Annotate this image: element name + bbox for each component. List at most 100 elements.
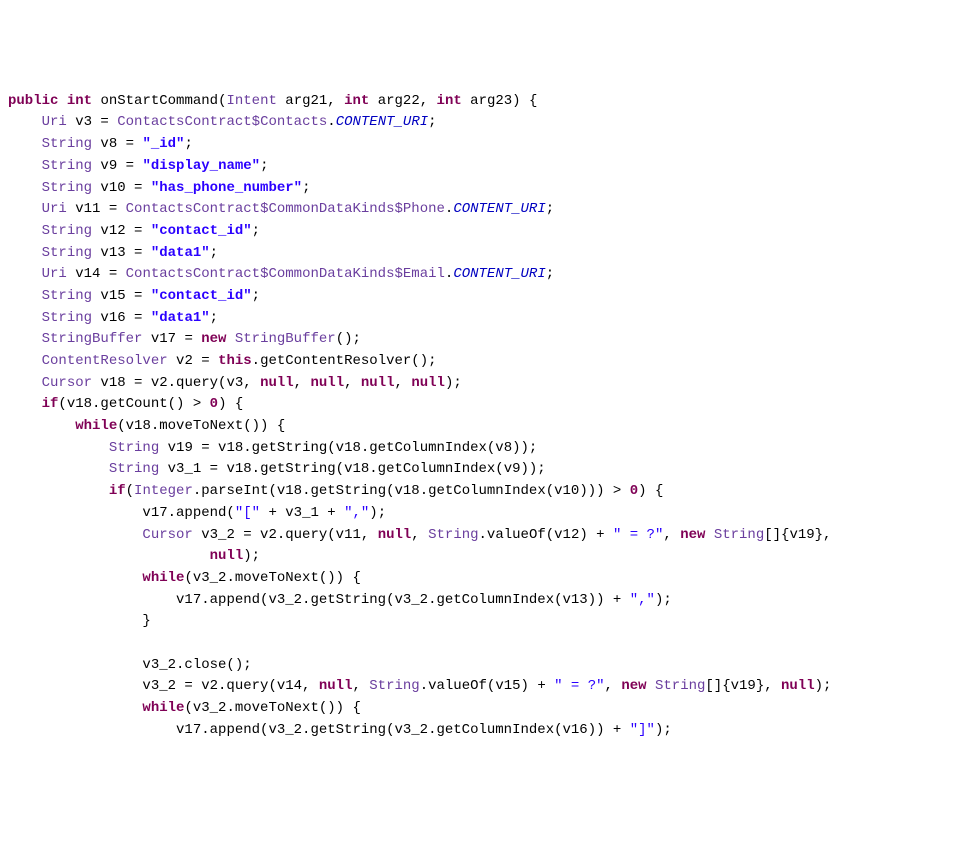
token-id: , [294, 375, 311, 391]
token-id: v3_2 = v2.query(v14, [142, 678, 318, 694]
token-id: ; [546, 266, 554, 282]
code-line: String v16 = "data1"; [8, 308, 967, 330]
token-id: } [142, 613, 150, 629]
token-type: Integer [134, 483, 193, 499]
token-id: (v3_2.moveToNext()) { [184, 700, 360, 716]
code-line: String v3_1 = v18.getString(v18.getColum… [8, 459, 967, 481]
token-id: onStartCommand( [92, 93, 226, 109]
token-id: v10 = [92, 180, 151, 196]
token-id: v15 = [92, 288, 151, 304]
token-id: v17.append( [142, 505, 234, 521]
token-kw: null [378, 527, 412, 543]
code-line: String v10 = "has_phone_number"; [8, 178, 967, 200]
token-id: ; [184, 136, 192, 152]
token-kw: new [680, 527, 705, 543]
code-block: public int onStartCommand(Intent arg21, … [8, 91, 967, 742]
code-line: while(v3_2.moveToNext()) { [8, 698, 967, 720]
token-type: Cursor [142, 527, 192, 543]
token-id: ( [126, 483, 134, 499]
token-id: ; [210, 245, 218, 261]
token-id: (v18.getCount() > [58, 396, 209, 412]
code-line: Uri v14 = ContactsContract$CommonDataKin… [8, 264, 967, 286]
token-cls: ContactsContract$Contacts [117, 114, 327, 130]
code-line: if(Integer.parseInt(v18.getString(v18.ge… [8, 481, 967, 503]
token-id: ; [252, 288, 260, 304]
token-kw: public [8, 93, 58, 109]
token-type: StringBuffer [235, 331, 336, 347]
token-id: arg23) { [462, 93, 538, 109]
code-line: Cursor v18 = v2.query(v3, null, null, nu… [8, 373, 967, 395]
token-kw: this [218, 353, 252, 369]
token-kw: int [344, 93, 369, 109]
token-kw: new [621, 678, 646, 694]
token-type: Uri [42, 201, 67, 217]
token-id: ) { [218, 396, 243, 412]
token-id: v11 = [67, 201, 126, 217]
token-id: .parseInt(v18.getString(v18.getColumnInd… [193, 483, 630, 499]
token-kw: null [260, 375, 294, 391]
token-kw: null [319, 678, 353, 694]
token-stat: CONTENT_URI [453, 266, 545, 282]
token-str: "contact_id" [151, 223, 252, 239]
token-id: v9 = [92, 158, 142, 174]
token-type: String [42, 310, 92, 326]
token-id: v13 = [92, 245, 151, 261]
token-id: ); [445, 375, 462, 391]
code-line: null); [8, 546, 967, 568]
code-line: while(v3_2.moveToNext()) { [8, 568, 967, 590]
code-line: Cursor v3_2 = v2.query(v11, null, String… [8, 525, 967, 547]
code-line: String v13 = "data1"; [8, 243, 967, 265]
token-id: ; [260, 158, 268, 174]
token-id: []{v19}, [705, 678, 781, 694]
token-id: (v3_2.moveToNext()) { [184, 570, 360, 586]
token-type: Uri [42, 266, 67, 282]
code-line: if(v18.getCount() > 0) { [8, 394, 967, 416]
code-line: ContentResolver v2 = this.getContentReso… [8, 351, 967, 373]
token-num: 0 [210, 396, 218, 412]
code-line: String v9 = "display_name"; [8, 156, 967, 178]
token-kw: int [437, 93, 462, 109]
token-id: arg22, [369, 93, 436, 109]
code-line: Uri v3 = ContactsContract$Contacts.CONTE… [8, 112, 967, 134]
token-kw: null [411, 375, 445, 391]
code-line: while(v18.moveToNext()) { [8, 416, 967, 438]
token-type: String [42, 245, 92, 261]
code-line: String v19 = v18.getString(v18.getColumn… [8, 438, 967, 460]
token-id: v2 = [168, 353, 218, 369]
token-id: arg21, [277, 93, 344, 109]
token-id: (v18.moveToNext()) { [117, 418, 285, 434]
token-id: ); [655, 592, 672, 608]
token-kw: while [142, 570, 184, 586]
token-id: + v3_1 + [260, 505, 344, 521]
token-kw: new [201, 331, 226, 347]
token-kw: null [361, 375, 395, 391]
token-id: , [605, 678, 622, 694]
token-strp: "]" [630, 722, 655, 738]
code-line: String v8 = "_id"; [8, 134, 967, 156]
token-kw: null [210, 548, 244, 564]
token-id: ); [369, 505, 386, 521]
token-id: .valueOf(v12) + [479, 527, 613, 543]
token-type: String [714, 527, 764, 543]
token-id: ; [210, 310, 218, 326]
code-line: v17.append(v3_2.getString(v3_2.getColumn… [8, 720, 967, 742]
code-line: public int onStartCommand(Intent arg21, … [8, 91, 967, 113]
token-id: v17.append(v3_2.getString(v3_2.getColumn… [176, 722, 630, 738]
code-line: String v12 = "contact_id"; [8, 221, 967, 243]
token-id: v12 = [92, 223, 151, 239]
token-type: Cursor [42, 375, 92, 391]
token-str: "has_phone_number" [151, 180, 302, 196]
token-type: Uri [42, 114, 67, 130]
token-kw: if [109, 483, 126, 499]
token-stat: CONTENT_URI [453, 201, 545, 217]
token-str: "_id" [142, 136, 184, 152]
token-id: v3_2 = v2.query(v11, [193, 527, 378, 543]
token-id: ); [815, 678, 832, 694]
token-type: StringBuffer [42, 331, 143, 347]
token-type: String [42, 180, 92, 196]
token-str: "display_name" [142, 158, 260, 174]
token-id: , [352, 678, 369, 694]
token-id: ) { [638, 483, 663, 499]
token-str: "data1" [151, 310, 210, 326]
token-type: String [428, 527, 478, 543]
